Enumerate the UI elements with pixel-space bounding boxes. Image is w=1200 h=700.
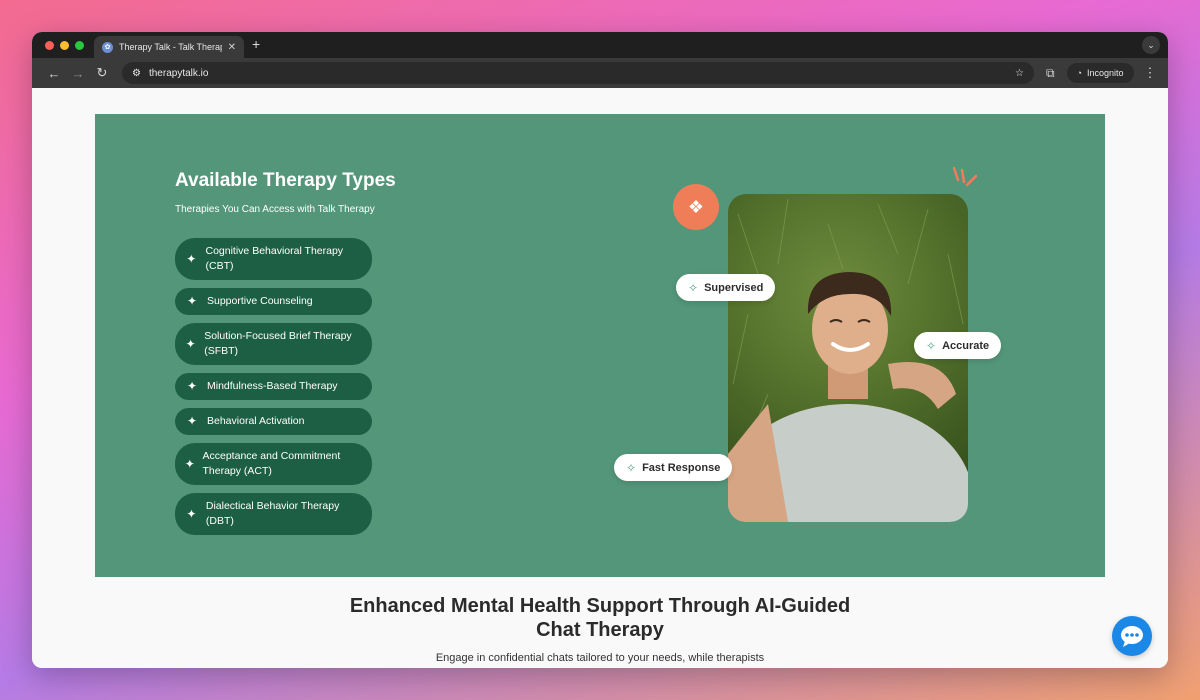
section-title-line2: Chat Therapy	[536, 619, 664, 641]
therapy-pill-mindfulness[interactable]: ✦ Mindfulness-Based Therapy	[175, 373, 372, 400]
incognito-icon: ◔	[1076, 68, 1083, 78]
accent-lines-icon	[952, 166, 978, 187]
brand-logo-icon: ❖	[673, 184, 719, 230]
url-text: therapytalk.io	[148, 67, 209, 79]
browser-menu-icon[interactable]: ⋮	[1144, 65, 1157, 81]
sparkle-icon: ✦	[186, 379, 198, 393]
new-tab-button[interactable]: +	[252, 36, 260, 52]
therapy-pill-supportive[interactable]: ✦ Supportive Counseling	[175, 288, 372, 315]
browser-window: ✿ Therapy Talk - Talk Therapy ✕ + ⌄ ← → …	[32, 32, 1168, 668]
favicon-icon: ✿	[102, 41, 113, 53]
therapy-pill-act[interactable]: ✦ Acceptance and Commitment Therapy (ACT…	[175, 443, 372, 485]
chat-widget-button[interactable]	[1112, 616, 1152, 656]
sparkle-icon: ✧	[688, 280, 699, 295]
incognito-indicator[interactable]: ◔ Incognito	[1066, 63, 1134, 83]
hero-subtitle: Therapies You Can Access with Talk Thera…	[175, 204, 375, 215]
fast-response-label: Fast Response	[642, 461, 721, 474]
back-arrow-icon[interactable]: ←	[42, 66, 66, 81]
extensions-icon[interactable]: ⧉	[1046, 66, 1055, 81]
therapy-list: ✦ Cognitive Behavioral Therapy (CBT) ✦ S…	[175, 238, 372, 535]
fast-response-badge: ✧ Fast Response	[614, 454, 733, 481]
section-title-line1: Enhanced Mental Health Support Through A…	[349, 595, 851, 617]
sparkle-icon: ✦	[186, 294, 198, 308]
sparkle-icon: ✦	[185, 336, 196, 351]
therapy-label: Dialectical Behavior Therapy (DBT)	[205, 500, 340, 527]
bookmark-star-icon[interactable]: ☆	[1015, 68, 1024, 79]
therapy-label: Cognitive Behavioral Therapy (CBT)	[205, 245, 344, 272]
tab-title: Therapy Talk - Talk Therapy	[119, 42, 222, 52]
therapy-label: Acceptance and Commitment Therapy (ACT)	[202, 450, 341, 477]
therapy-label: Supportive Counseling	[207, 295, 313, 307]
tab-close-icon[interactable]: ✕	[228, 42, 236, 53]
section-title: Enhanced Mental Health Support Through A…	[32, 594, 1168, 642]
therapy-label: Behavioral Activation	[207, 415, 305, 427]
therapy-pill-behavioral-activation[interactable]: ✦ Behavioral Activation	[175, 408, 372, 435]
address-bar[interactable]: ⚙ therapytalk.io ☆	[122, 62, 1034, 84]
section-subtitle: Engage in confidential chats tailored to…	[435, 652, 765, 664]
therapy-types-hero: Available Therapy Types Therapies You Ca…	[95, 114, 1105, 577]
tab-search-icon[interactable]: ⌄	[1142, 36, 1160, 54]
therapy-pill-sfbt[interactable]: ✦ Solution-Focused Brief Therapy (SFBT)	[175, 323, 372, 365]
supervised-label: Supervised	[704, 281, 764, 294]
therapy-label: Solution-Focused Brief Therapy (SFBT)	[204, 330, 352, 357]
forward-arrow-icon[interactable]: →	[66, 66, 90, 81]
hero-title: Available Therapy Types	[175, 170, 396, 191]
sparkle-icon: ✧	[626, 460, 637, 475]
minimize-window-button[interactable]	[60, 41, 69, 50]
maximize-window-button[interactable]	[75, 41, 84, 50]
window-controls	[45, 41, 84, 50]
incognito-label: Incognito	[1087, 68, 1124, 78]
site-settings-icon[interactable]: ⚙	[132, 68, 141, 79]
sparkle-icon: ✦	[184, 456, 195, 471]
accurate-label: Accurate	[942, 339, 990, 352]
reload-icon[interactable]: ↻	[90, 65, 114, 81]
close-window-button[interactable]	[45, 41, 54, 50]
chat-bubble-icon	[1121, 626, 1143, 647]
supervised-badge: ✧ Supervised	[676, 274, 776, 301]
tab-bar: ✿ Therapy Talk - Talk Therapy ✕ + ⌄	[32, 32, 1168, 58]
sparkle-icon: ✦	[186, 414, 198, 428]
therapy-label: Mindfulness-Based Therapy	[207, 380, 338, 392]
therapy-pill-cbt[interactable]: ✦ Cognitive Behavioral Therapy (CBT)	[175, 238, 372, 280]
page-viewport: Available Therapy Types Therapies You Ca…	[32, 88, 1168, 668]
sparkle-icon: ✧	[926, 338, 937, 353]
therapy-pill-dbt[interactable]: ✦ Dialectical Behavior Therapy (DBT)	[175, 493, 372, 535]
accurate-badge: ✧ Accurate	[914, 332, 1002, 359]
sparkle-icon: ✦	[186, 506, 197, 521]
browser-toolbar: ← → ↻ ⚙ therapytalk.io ☆ ⧉ ◔ Incognito ⋮	[32, 58, 1168, 88]
sparkle-icon: ✦	[186, 251, 197, 266]
browser-tab[interactable]: ✿ Therapy Talk - Talk Therapy ✕	[94, 36, 244, 58]
